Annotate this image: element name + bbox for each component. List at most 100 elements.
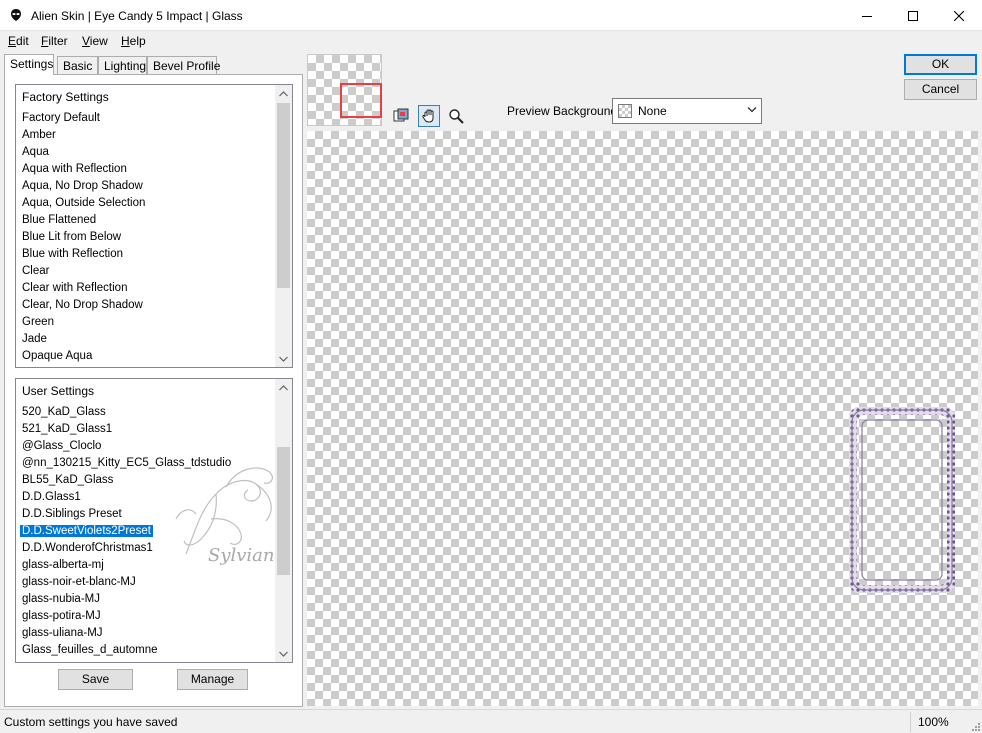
preview-background-select[interactable]: None — [612, 98, 762, 124]
list-item[interactable]: Aqua, Outside Selection — [16, 195, 275, 212]
minimize-button[interactable] — [844, 0, 890, 31]
list-item-label: Aqua with Reflection — [22, 163, 127, 175]
window-title: Alien Skin | Eye Candy 5 Impact | Glass — [31, 9, 243, 23]
alien-skin-logo-icon — [11, 9, 21, 21]
list-item-label: 521_KaD_Glass1 — [22, 423, 113, 435]
user-scrollbar[interactable] — [275, 379, 292, 662]
maximize-button[interactable] — [890, 0, 936, 31]
factory-settings-items: Factory Default Amber Aqua Aqua with Reflec… — [16, 110, 275, 365]
preview-toggle-button[interactable] — [390, 105, 412, 127]
list-item-label: Amber — [22, 129, 56, 141]
list-item[interactable]: glass-nubia-MJ — [16, 591, 275, 608]
list-item[interactable]: Blue Lit from Below — [16, 229, 275, 246]
list-item[interactable]: Factory Default — [16, 110, 275, 127]
list-item-label: D.D.Glass1 — [22, 491, 81, 503]
scroll-up-button[interactable] — [275, 85, 292, 102]
status-divider — [910, 712, 911, 732]
list-item-label: Blue with Reflection — [22, 248, 123, 260]
list-item[interactable]: glass-potira-MJ — [16, 608, 275, 625]
maximize-icon — [908, 10, 918, 21]
chevron-down-icon — [747, 107, 757, 113]
tab-bevel-profile[interactable]: Bevel Profile — [147, 56, 220, 74]
zoom-tool-button[interactable] — [445, 105, 467, 127]
preview-background-value: None — [638, 104, 667, 118]
list-item-label: @Glass_Cloclo — [22, 440, 102, 452]
tab-settings[interactable]: Settings — [4, 54, 54, 75]
hand-tool-button[interactable] — [418, 105, 440, 127]
zoom-icon — [449, 109, 464, 124]
manage-button[interactable]: Manage — [177, 669, 248, 690]
chevron-up-icon — [279, 90, 288, 96]
factory-scroll-thumb[interactable] — [277, 103, 290, 288]
resize-grip-icon[interactable] — [970, 721, 980, 731]
list-item[interactable]: glass-noir-et-blanc-MJ — [16, 574, 275, 591]
list-item-label: D.D.Siblings Preset — [22, 508, 122, 520]
list-item[interactable]: Blue with Reflection — [16, 246, 275, 263]
minimize-icon — [862, 15, 872, 17]
settings-panel: Factory Settings Factory Default Amber Aqu… — [4, 74, 303, 707]
factory-settings-header: Factory Settings — [22, 90, 109, 104]
list-item-label: Factory Default — [22, 112, 100, 124]
list-item-label: glass-noir-et-blanc-MJ — [22, 576, 136, 588]
list-item-label: Clear with Reflection — [22, 282, 128, 294]
list-item-label: glass-uliana-MJ — [22, 627, 103, 639]
menu-bar: Edit Filter View Help — [0, 31, 982, 51]
scroll-down-button[interactable] — [275, 350, 292, 367]
title-bar: Alien Skin | Eye Candy 5 Impact | Glass — [0, 0, 982, 31]
tab-basic[interactable]: Basic — [57, 56, 98, 74]
watermark-flourish-icon: Sylviane — [175, 467, 285, 566]
list-item-label: Blue Lit from Below — [22, 231, 122, 243]
list-item-label: BL55_KaD_Glass — [22, 474, 114, 486]
scroll-up-button[interactable] — [275, 379, 292, 396]
cancel-button[interactable]: Cancel — [904, 79, 977, 100]
user-scroll-thumb[interactable] — [277, 447, 290, 575]
preview-canvas[interactable] — [307, 131, 978, 706]
list-item[interactable]: Clear with Reflection — [16, 280, 275, 297]
user-settings-list[interactable]: User Settings 520_KaD_Glass 521_KaD_Glass… — [15, 378, 293, 663]
list-item-label: glass-nubia-MJ — [22, 593, 100, 605]
list-item-label: Aqua — [22, 146, 49, 158]
user-settings-header: User Settings — [22, 384, 95, 398]
menu-view[interactable]: View — [82, 34, 108, 48]
list-item[interactable]: Glass_feuilles_d_automne — [16, 642, 275, 659]
list-item[interactable]: Aqua — [16, 144, 275, 161]
chevron-down-icon — [279, 651, 288, 657]
list-item[interactable]: Jade — [16, 331, 275, 348]
list-item-label: D.D.WonderofChristmas1 — [22, 542, 153, 554]
list-item[interactable]: Clear — [16, 263, 275, 280]
navigator-viewport-rect[interactable] — [340, 83, 382, 118]
close-window-button[interactable] — [936, 0, 982, 31]
menu-help[interactable]: Help — [121, 34, 146, 48]
list-item[interactable]: Blue Flattened — [16, 212, 275, 229]
save-button[interactable]: Save — [58, 669, 133, 690]
scroll-down-button[interactable] — [275, 645, 292, 662]
list-item[interactable]: Aqua with Reflection — [16, 161, 275, 178]
transparent-swatch-icon — [618, 104, 632, 118]
list-item[interactable]: glass-uliana-MJ — [16, 625, 275, 642]
list-item-label: glass-alberta-mj — [22, 559, 104, 571]
list-item-label: glass-potira-MJ — [22, 610, 101, 622]
ok-button[interactable]: OK — [904, 54, 977, 75]
factory-settings-list[interactable]: Factory Settings Factory Default Amber Aqu… — [15, 84, 293, 368]
list-item-label: 520_KaD_Glass — [22, 406, 106, 418]
tab-lighting[interactable]: Lighting — [98, 56, 147, 74]
list-item-label: Aqua, No Drop Shadow — [22, 180, 143, 192]
list-item[interactable]: 521_KaD_Glass1 — [16, 421, 275, 438]
factory-scrollbar[interactable] — [275, 85, 292, 367]
list-item-label: Clear, No Drop Shadow — [22, 299, 143, 311]
menu-filter[interactable]: Filter — [41, 34, 68, 48]
glass-frame-preview — [849, 407, 955, 593]
menu-edit[interactable]: Edit — [8, 34, 29, 48]
list-item[interactable]: Green — [16, 314, 275, 331]
list-item[interactable]: Amber — [16, 127, 275, 144]
list-item[interactable]: @Glass_Cloclo — [16, 438, 275, 455]
list-item-label: Jade — [22, 333, 47, 345]
list-item-label: Blue Flattened — [22, 214, 97, 226]
preview-background-label: Preview Background: — [507, 104, 621, 118]
list-item[interactable]: Aqua, No Drop Shadow — [16, 178, 275, 195]
list-item[interactable]: Opaque Aqua — [16, 348, 275, 365]
list-item[interactable]: Clear, No Drop Shadow — [16, 297, 275, 314]
list-item[interactable]: 520_KaD_Glass — [16, 404, 275, 421]
status-message: Custom settings you have saved — [4, 715, 178, 729]
chevron-up-icon — [279, 384, 288, 390]
